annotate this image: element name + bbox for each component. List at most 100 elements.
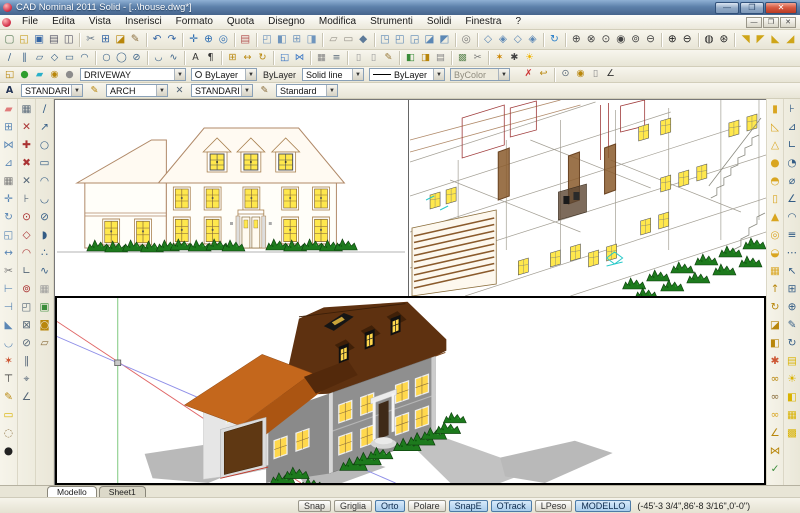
align-3d-button[interactable]: ∠ bbox=[767, 424, 783, 442]
sun-properties-button[interactable]: ☀ bbox=[522, 52, 537, 65]
menu-item-file[interactable]: File bbox=[15, 15, 45, 29]
draw-polygon-button[interactable]: ◇ bbox=[47, 52, 62, 65]
region-button[interactable]: ◙ bbox=[37, 316, 53, 334]
draw-arc-button[interactable]: ◠ bbox=[77, 52, 92, 65]
single-text-button[interactable]: A bbox=[188, 52, 203, 65]
dim-aligned-button[interactable]: ⊿ bbox=[784, 118, 800, 136]
xref-button[interactable]: ▤ bbox=[433, 52, 448, 65]
status-toggle-snape[interactable]: SnapE bbox=[449, 500, 488, 512]
menu-item-solidi[interactable]: Solidi bbox=[420, 15, 458, 29]
erase-button[interactable]: ▰ bbox=[1, 100, 17, 118]
iso-se-button[interactable]: ◇ bbox=[510, 32, 525, 47]
copy-object-button[interactable]: ⊞ bbox=[1, 118, 17, 136]
dim-arc-button[interactable]: ◠ bbox=[784, 208, 800, 226]
modify-mirror-button[interactable]: ⋈ bbox=[292, 52, 307, 65]
snap-insertion-button[interactable]: ◰ bbox=[19, 298, 35, 316]
status-toggle-orto[interactable]: Orto bbox=[375, 500, 405, 512]
mdi-restore-button[interactable]: ❐ bbox=[763, 17, 779, 28]
menu-item-strumenti[interactable]: Strumenti bbox=[363, 15, 420, 29]
lasso-button[interactable]: ◌ bbox=[1, 424, 17, 442]
layers-dialog-button[interactable]: ◱ bbox=[2, 68, 17, 81]
draw-spline-button[interactable]: ∿ bbox=[166, 52, 181, 65]
menu-item-quota[interactable]: Quota bbox=[220, 15, 261, 29]
zoom-out-button[interactable]: ⊖ bbox=[680, 32, 695, 47]
stretch-button[interactable]: ↔ bbox=[1, 244, 17, 262]
solid-torus-button[interactable]: ◎ bbox=[767, 226, 783, 244]
minimize-button[interactable]: — bbox=[715, 2, 739, 14]
draw-circle-2p-button[interactable]: ◯ bbox=[114, 52, 129, 65]
menu-item-[interactable]: ? bbox=[509, 15, 529, 29]
color-select[interactable]: ByLayer ▼ bbox=[191, 68, 257, 81]
offset-button[interactable]: ⊿ bbox=[1, 154, 17, 172]
modify-scale-button[interactable]: ◱ bbox=[277, 52, 292, 65]
maximize-button[interactable]: ❐ bbox=[740, 2, 764, 14]
named-views-button[interactable]: ◎ bbox=[459, 32, 474, 47]
snap-apparent-button[interactable]: ✕ bbox=[19, 172, 35, 190]
tab-sheet1[interactable]: Sheet1 bbox=[99, 486, 146, 497]
menu-item-inserisci[interactable]: Inserisci bbox=[118, 15, 169, 29]
multiline-style-icon[interactable]: ✎ bbox=[257, 84, 272, 97]
dropdown-arrow-icon[interactable]: ▼ bbox=[156, 85, 167, 96]
extrude-button[interactable]: ↑ bbox=[767, 280, 783, 298]
arc-3point-button[interactable]: ◡ bbox=[37, 190, 53, 208]
status-toggle-snap[interactable]: Snap bbox=[298, 500, 331, 512]
dim-diameter-button[interactable]: ⌀ bbox=[784, 172, 800, 190]
draw-line-button[interactable]: ∕ bbox=[2, 52, 17, 65]
ellipse-arc-button[interactable]: ◗ bbox=[37, 226, 53, 244]
snap-tangent-button[interactable]: ◠ bbox=[19, 244, 35, 262]
view-front-button[interactable]: ◰ bbox=[392, 32, 407, 47]
zoom-window-rt-button[interactable]: ◎ bbox=[216, 32, 231, 47]
dropdown-arrow-icon[interactable]: ▼ bbox=[245, 69, 256, 80]
snap-angle-button[interactable]: ∠ bbox=[19, 388, 35, 406]
layer-manager-button[interactable]: ▤ bbox=[238, 32, 253, 47]
menu-item-vista[interactable]: Vista bbox=[82, 15, 118, 29]
dim-update-button[interactable]: ↻ bbox=[784, 334, 800, 352]
explode-button[interactable]: ✶ bbox=[492, 52, 507, 65]
arc-button[interactable]: ◠ bbox=[37, 172, 53, 190]
extend-button[interactable]: ⊢ bbox=[1, 280, 17, 298]
polyline-edit-button[interactable]: ∠ bbox=[603, 68, 618, 81]
shade-mode-button[interactable]: ◆ bbox=[356, 32, 371, 47]
dropdown-arrow-icon[interactable]: ▼ bbox=[326, 85, 337, 96]
make-block-button[interactable]: ◨ bbox=[418, 52, 433, 65]
solid-sphere-button[interactable]: ● bbox=[767, 154, 783, 172]
ray-button[interactable]: ↗ bbox=[37, 118, 53, 136]
menu-item-edita[interactable]: Edita bbox=[45, 15, 82, 29]
grip-point[interactable] bbox=[115, 360, 121, 366]
view-right-button[interactable]: ◲ bbox=[407, 32, 422, 47]
status-toggle-lpeso[interactable]: LPeso bbox=[535, 500, 573, 512]
snap-node-button[interactable]: ⊚ bbox=[19, 280, 35, 298]
snap-perpendicular-button[interactable]: ∟ bbox=[19, 262, 35, 280]
center-mark-button[interactable]: ⊕ bbox=[784, 298, 800, 316]
viewport-3d-wireframe[interactable] bbox=[410, 100, 766, 296]
hatch-button[interactable]: ▦ bbox=[37, 280, 53, 298]
dim-ordinate-button[interactable]: ∟ bbox=[784, 136, 800, 154]
snap-endpoint-button[interactable]: ✕ bbox=[19, 118, 35, 136]
snap-center-button[interactable]: ⊙ bbox=[19, 208, 35, 226]
snap-quadrant-button[interactable]: ◇ bbox=[19, 226, 35, 244]
render-button[interactable]: ▤ bbox=[784, 352, 800, 370]
settings-star-button[interactable]: ✱ bbox=[507, 52, 522, 65]
move-button[interactable]: ✛ bbox=[1, 190, 17, 208]
union-button[interactable]: ∞ bbox=[767, 370, 783, 388]
mirror-button[interactable]: ⋈ bbox=[1, 136, 17, 154]
wipeout-button[interactable]: ▱ bbox=[37, 334, 53, 352]
viewport-join-button[interactable]: ◨ bbox=[304, 32, 319, 47]
status-toggle-griglia[interactable]: Griglia bbox=[334, 500, 372, 512]
circle-button[interactable]: ○ bbox=[37, 136, 53, 154]
view-top-button[interactable]: ◳ bbox=[378, 32, 393, 47]
layer-lock-button[interactable]: ◉ bbox=[47, 68, 62, 81]
fillet-button[interactable]: ◡ bbox=[1, 334, 17, 352]
zoom-in-button[interactable]: ⊕ bbox=[665, 32, 680, 47]
zoom-dynamic-button[interactable]: ⊗ bbox=[584, 32, 599, 47]
dim-angular-button[interactable]: ∠ bbox=[784, 190, 800, 208]
viewport-single-button[interactable]: ◰ bbox=[260, 32, 275, 47]
rectangle-button[interactable]: ▭ bbox=[37, 154, 53, 172]
close-button[interactable]: ✕ bbox=[765, 2, 797, 14]
snap-none-button[interactable]: ⊘ bbox=[19, 334, 35, 352]
ucs-world-button[interactable]: ◤ bbox=[753, 32, 768, 47]
snap-intersection-button[interactable]: ✖ bbox=[19, 154, 35, 172]
print-button[interactable]: ▤ bbox=[47, 32, 62, 47]
trim-button[interactable]: ✂ bbox=[1, 262, 17, 280]
dropdown-arrow-icon[interactable]: ▼ bbox=[71, 85, 82, 96]
